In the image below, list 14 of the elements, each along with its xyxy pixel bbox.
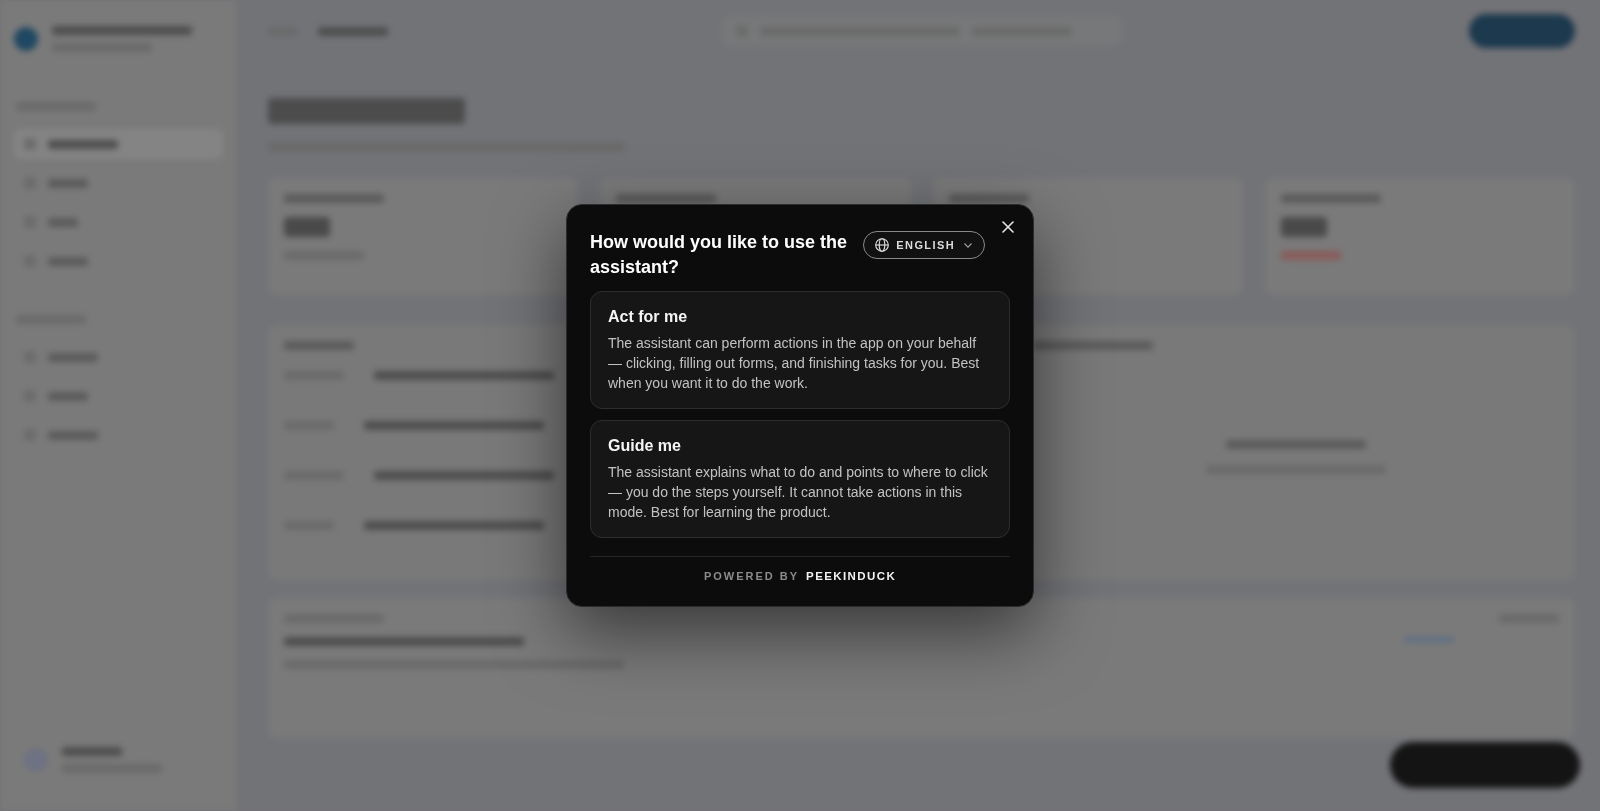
option-title: Guide me	[608, 436, 682, 456]
option-title: Act for me	[608, 307, 689, 327]
chevron-down-icon	[964, 242, 972, 248]
option-description: The assistant can perform actions in the app on your behalf — clicking, filling out forms, and finishing tasks for you. Best when you want it to do the work.	[608, 334, 981, 393]
close-icon	[1002, 221, 1014, 233]
option-description: The assistant explains what to do and points to where to click — you do the steps yourself. It cannot take actions in this mode. Best for learning the product.	[608, 463, 989, 522]
globe-icon	[875, 238, 890, 252]
powered-by-label: POWERED BY	[703, 570, 800, 582]
dialog-title: How would you like to use the assistant?	[590, 231, 849, 279]
close-button[interactable]	[1002, 221, 1014, 233]
mode-option-card[interactable]: Guide me The assistant explains what to do and points to where to click — you do the steps yourself. It cannot take actions in this mode. Best for learning the product.	[590, 420, 1010, 538]
brand-name: PEEKINDUCK	[806, 570, 897, 582]
mode-option-card[interactable]: Act for me The assistant can perform actions in the app on your behalf — clicking, filling out forms, and finishing tasks for you. Best when you want it to do the work.	[590, 291, 1010, 409]
language-button[interactable]: ENGLISH	[863, 231, 985, 259]
